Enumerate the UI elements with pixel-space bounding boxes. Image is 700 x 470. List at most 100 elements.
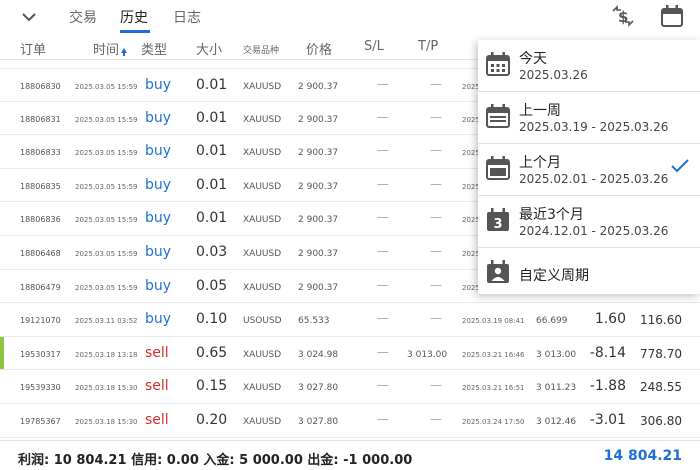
column-volume[interactable]: 大小 — [196, 39, 222, 58]
cell-tp: — — [430, 210, 442, 225]
period-option-4[interactable]: 自定义周期 — [478, 248, 700, 298]
table-row[interactable]: 19530317 2025.03.18 13:18 sell 0.65 XAUUSD 3 … — [0, 336, 700, 371]
cell-swap: -8.14 — [589, 344, 626, 361]
cell-tp: — — [430, 109, 442, 124]
cell-volume: 0.05 — [196, 277, 228, 294]
cell-symbol: XAUUSD — [243, 82, 282, 92]
period-option-1[interactable]: 上一周 2025.03.19 - 2025.03.26 — [478, 92, 700, 142]
cell-profit: 248.55 — [640, 380, 682, 395]
period-option-0[interactable]: 今天 2025.03.26 — [478, 40, 700, 90]
summary-text: 利润: 10 804.21 信用: 0.00 入金: 5 000.00 出金: … — [18, 449, 412, 468]
currency-exchange-icon[interactable]: $ — [609, 2, 637, 30]
tab-trade[interactable]: 交易 — [69, 7, 97, 27]
period-option-range: 2025.02.01 - 2025.03.26 — [519, 172, 669, 186]
chevron-down-icon[interactable] — [18, 6, 40, 28]
deposit-label: 入金: — [203, 453, 235, 468]
table-row[interactable]: 19785367 2025.03.18 15:30 sell 0.20 XAUUSD 3 … — [0, 404, 700, 438]
cell-sl: — — [377, 109, 389, 124]
cell-type: buy — [145, 109, 172, 126]
cell-sl: — — [377, 411, 389, 426]
summary-footer: 利润: 10 804.21 信用: 0.00 入金: 5 000.00 出金: … — [0, 440, 700, 470]
tab-history[interactable]: 历史 — [120, 7, 148, 27]
cell-time: 2025.03.05 15:59 — [75, 216, 138, 225]
table-row[interactable]: 19121070 2025.03.11 03:52 buy 0.10 USOUSD 65.… — [0, 303, 700, 337]
cell-price: 3 027.80 — [298, 383, 339, 394]
cell-type: buy — [145, 210, 172, 227]
period-option-range: 2025.03.19 - 2025.03.26 — [519, 120, 669, 134]
column-tp[interactable]: T/P — [418, 39, 438, 54]
cell-close-time: 2025.03.21 16:51 — [462, 384, 525, 393]
cell-type: sell — [145, 411, 169, 428]
tab-journal[interactable]: 日志 — [173, 7, 201, 27]
cell-price: 2 900.37 — [298, 181, 339, 192]
calendar-icon[interactable] — [658, 2, 686, 30]
cell-ticket: 18806468 — [20, 248, 61, 258]
withdraw-value: -1 000.00 — [343, 453, 413, 468]
cell-sl: — — [377, 378, 389, 393]
cell-tp: — — [430, 243, 442, 258]
cell-type: sell — [145, 378, 169, 395]
cell-symbol: XAUUSD — [243, 148, 282, 159]
cell-price: 3 024.98 — [298, 349, 339, 360]
cell-price: 3 027.80 — [298, 416, 339, 427]
cell-volume: 0.01 — [196, 109, 228, 126]
svg-text:3: 3 — [493, 217, 502, 232]
period-option-title: 最近3个月 — [519, 207, 584, 223]
cell-tp: — — [430, 277, 442, 292]
cell-close-price: 66.699 — [536, 316, 568, 327]
cell-type: buy — [145, 77, 172, 93]
column-type[interactable]: 类型 — [141, 39, 167, 58]
cell-time: 2025.03.18 15:30 — [75, 417, 138, 426]
cell-volume: 0.01 — [196, 176, 228, 193]
period-option-3[interactable]: 3 最近3个月 2024.12.01 - 2025.03.26 — [478, 196, 700, 246]
cell-ticket: 19121070 — [20, 316, 61, 326]
period-option-title: 上一周 — [519, 103, 561, 119]
cell-sl: — — [377, 143, 389, 158]
calendar-icon — [486, 52, 510, 76]
cell-ticket: 18806836 — [20, 215, 61, 225]
column-price[interactable]: 价格 — [306, 39, 332, 58]
column-ticket[interactable]: 订单 — [20, 39, 46, 58]
cell-swap: -1.88 — [589, 378, 626, 395]
cell-type: buy — [145, 243, 172, 260]
cell-tp: — — [430, 311, 442, 326]
cell-type: buy — [145, 176, 172, 193]
cell-type: buy — [145, 277, 172, 294]
cell-ticket: 18806831 — [20, 114, 61, 124]
cell-volume: 0.01 — [196, 77, 228, 93]
top-bar: 交易 历史 日志 $ — [0, 0, 700, 34]
cell-volume: 0.20 — [196, 411, 228, 428]
cell-volume: 0.01 — [196, 210, 228, 227]
cell-ticket: 18806830 — [20, 82, 61, 91]
cell-tp: — — [430, 378, 442, 393]
column-symbol[interactable]: 交易品种 — [243, 43, 279, 56]
cell-time: 2025.03.05 15:59 — [75, 115, 138, 124]
withdraw-label: 出金: — [307, 453, 339, 468]
cell-sl: — — [377, 176, 389, 191]
cell-ticket: 19785367 — [20, 416, 61, 426]
cell-close-price: 3 013.00 — [536, 349, 577, 360]
cell-price: 65.533 — [298, 316, 330, 327]
cell-price: 2 900.37 — [298, 148, 339, 159]
cell-time: 2025.03.05 15:59 — [75, 83, 138, 91]
cell-close-time: 2025.03.24 17:50 — [462, 417, 525, 426]
cell-profit: 306.80 — [640, 413, 682, 428]
cell-volume: 0.03 — [196, 243, 228, 260]
cell-tp: — — [430, 77, 442, 91]
credit-value: 0.00 — [166, 453, 199, 468]
column-time[interactable]: 时间 — [93, 39, 128, 58]
cell-tp: — — [430, 143, 442, 158]
sort-ascending-icon — [121, 48, 128, 56]
column-sl[interactable]: S/L — [364, 39, 384, 54]
cell-time: 2025.03.18 13:18 — [75, 350, 138, 359]
deposit-value: 5 000.00 — [239, 453, 303, 468]
period-option-2[interactable]: 上个月 2025.02.01 - 2025.03.26 — [478, 144, 700, 194]
cell-symbol: XAUUSD — [243, 416, 282, 427]
cell-volume: 0.15 — [196, 378, 228, 395]
period-dropdown: 今天 2025.03.26 上一周 2025.03.19 - 2025.03.26 上个… — [478, 40, 700, 294]
table-row[interactable]: 19539330 2025.03.18 15:30 sell 0.15 XAUUSD 3 … — [0, 370, 700, 404]
cell-tp: — — [430, 176, 442, 191]
checkmark-icon — [671, 159, 689, 173]
period-option-title: 自定义周期 — [519, 268, 589, 284]
cell-sl: — — [377, 210, 389, 225]
